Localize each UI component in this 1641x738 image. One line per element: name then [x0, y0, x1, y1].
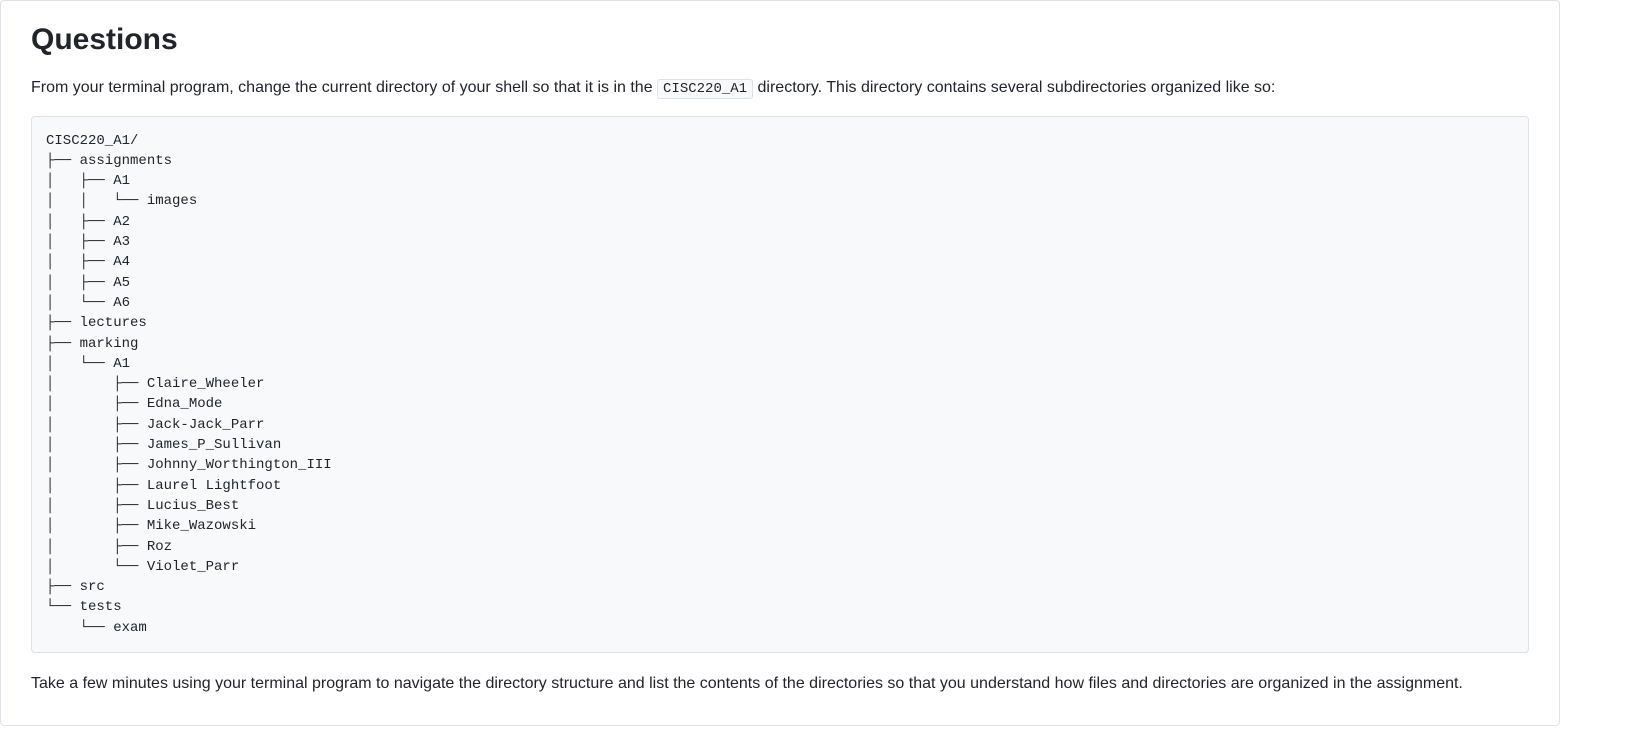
directory-tree-block: CISC220_A1/ ├── assignments │ ├── A1 │ │… [31, 116, 1529, 653]
inline-code-dirname: CISC220_A1 [657, 79, 753, 99]
document-container: Questions From your terminal program, ch… [0, 0, 1560, 726]
outro-paragraph: Take a few minutes using your terminal p… [31, 673, 1529, 695]
intro-paragraph: From your terminal program, change the c… [31, 77, 1529, 100]
section-heading: Questions [31, 23, 1529, 57]
intro-text-after: directory. This directory contains sever… [758, 79, 1276, 96]
intro-text-before: From your terminal program, change the c… [31, 79, 657, 96]
